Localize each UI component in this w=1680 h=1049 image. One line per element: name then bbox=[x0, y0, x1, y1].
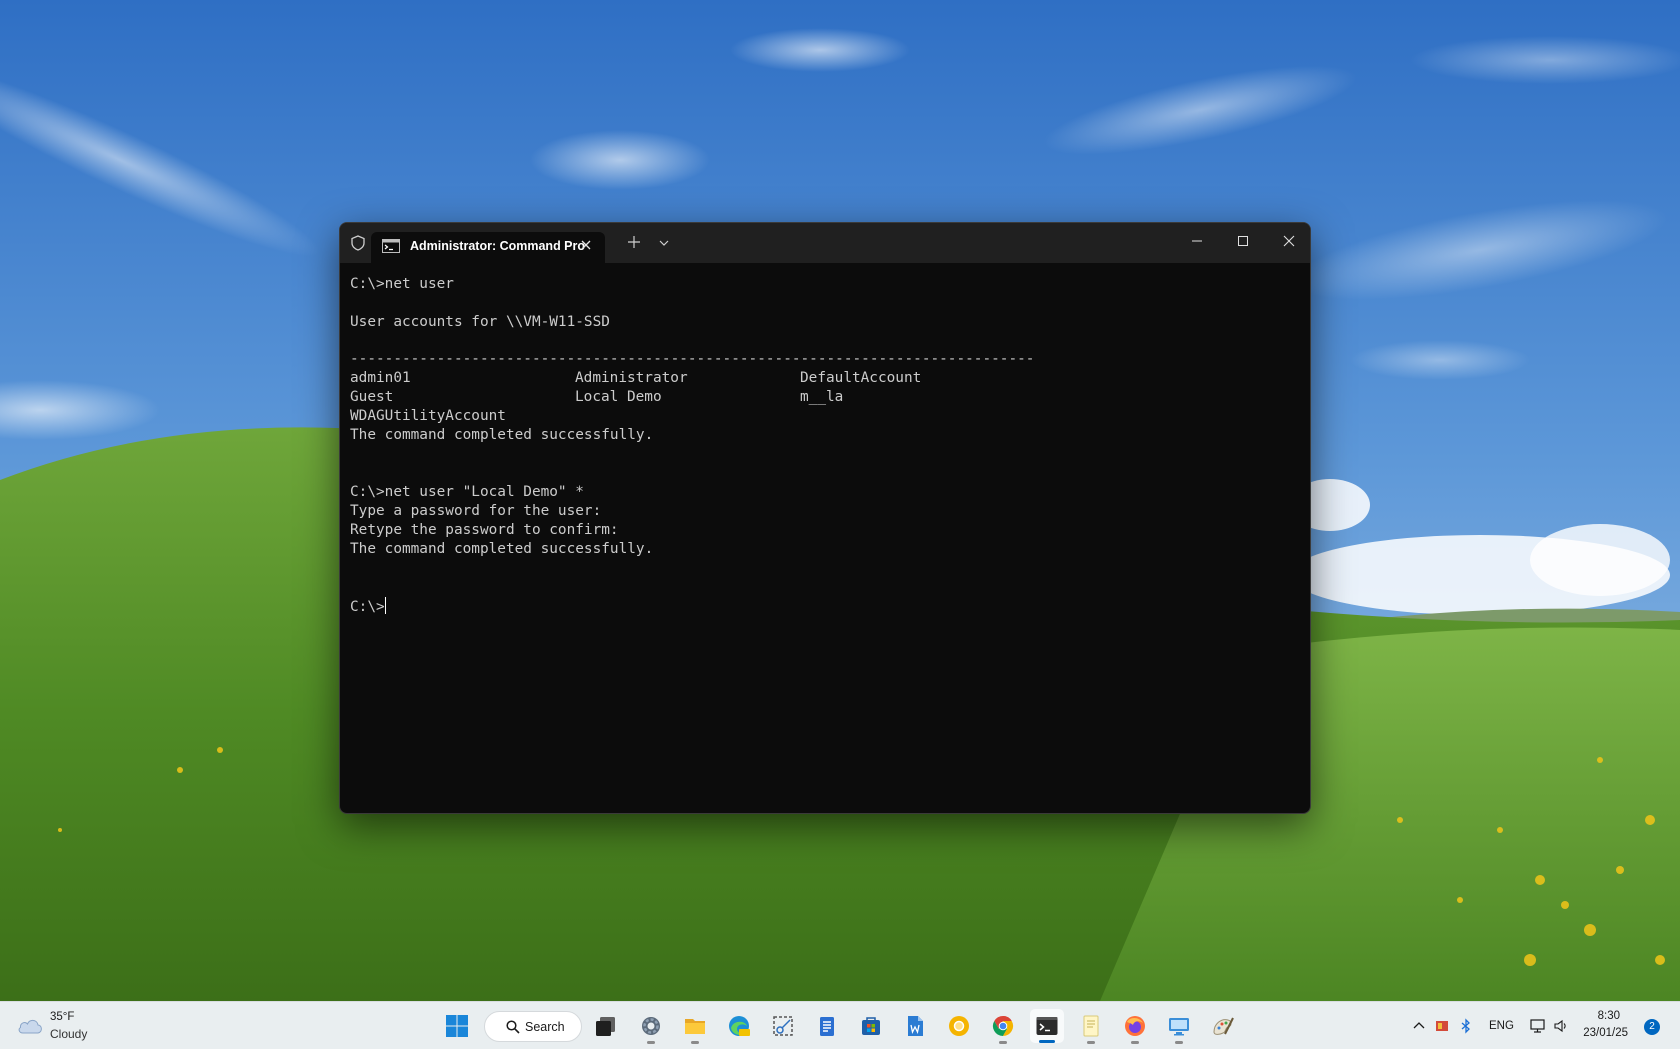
taskbar-file-explorer[interactable] bbox=[678, 1009, 712, 1043]
close-tab-icon[interactable] bbox=[579, 238, 593, 252]
task-view-icon bbox=[594, 1014, 618, 1038]
taskbar-paint[interactable] bbox=[1206, 1009, 1240, 1043]
console-line-header: User accounts for \\VM-W11-SSD bbox=[350, 313, 610, 332]
console-line-command: C:\>net user bbox=[350, 275, 454, 294]
taskbar-firefox[interactable] bbox=[1118, 1009, 1152, 1043]
search-icon bbox=[506, 1020, 520, 1034]
microsoft-store-icon bbox=[859, 1014, 883, 1038]
running-indicator bbox=[691, 1041, 699, 1044]
edge-canary-icon bbox=[727, 1014, 751, 1038]
console-prompt[interactable]: C:\> bbox=[350, 597, 386, 616]
volume-icon[interactable] bbox=[1553, 1018, 1569, 1034]
taskbar-notepad[interactable] bbox=[810, 1009, 844, 1043]
user-account-name: m__la bbox=[800, 388, 843, 407]
settings-icon bbox=[639, 1014, 663, 1038]
firefox-icon bbox=[1123, 1014, 1147, 1038]
tab-title: Administrator: Command Pro bbox=[410, 239, 585, 253]
taskbar-search-box[interactable]: Search bbox=[484, 1011, 582, 1042]
maximize-icon bbox=[1237, 235, 1249, 247]
console-line-separator: ----------------------------------------… bbox=[350, 350, 1034, 369]
start-button[interactable] bbox=[440, 1009, 474, 1043]
running-indicator bbox=[1087, 1041, 1095, 1044]
active-app-indicator bbox=[1039, 1040, 1055, 1043]
taskbar-chrome-canary[interactable] bbox=[942, 1009, 976, 1043]
notification-badge[interactable]: 2 bbox=[1644, 1019, 1660, 1035]
chevron-down-icon[interactable] bbox=[658, 238, 670, 248]
network-icon[interactable] bbox=[1530, 1018, 1546, 1034]
console-line-success: The command completed successfully. bbox=[350, 540, 653, 559]
bluetooth-icon[interactable] bbox=[1458, 1018, 1474, 1034]
search-label: Search bbox=[525, 1020, 565, 1034]
minimize-button[interactable] bbox=[1174, 223, 1220, 259]
windows-start-icon bbox=[445, 1014, 469, 1038]
clock-time[interactable]: 8:30 bbox=[1580, 1010, 1620, 1022]
tray-app-icon[interactable] bbox=[1434, 1018, 1450, 1034]
running-indicator bbox=[999, 1041, 1007, 1044]
taskbar-notes[interactable] bbox=[1074, 1009, 1108, 1043]
console-line-success: The command completed successfully. bbox=[350, 426, 653, 445]
console-output[interactable]: C:\>net user User accounts for \\VM-W11-… bbox=[350, 275, 1300, 803]
taskbar-remote-desktop[interactable] bbox=[1162, 1009, 1196, 1043]
user-account-name: DefaultAccount bbox=[800, 369, 921, 388]
user-account-name: Local Demo bbox=[575, 388, 662, 407]
maximize-button[interactable] bbox=[1220, 223, 1266, 259]
console-line-retype-prompt: Retype the password to confirm: bbox=[350, 521, 619, 540]
user-account-name: WDAGUtilityAccount bbox=[350, 407, 506, 426]
clock-date[interactable]: 23/01/25 bbox=[1580, 1027, 1628, 1039]
running-indicator bbox=[1175, 1041, 1183, 1044]
notes-icon bbox=[1079, 1014, 1103, 1038]
running-indicator bbox=[1131, 1041, 1139, 1044]
language-indicator[interactable]: ENG bbox=[1489, 1020, 1514, 1032]
notepad-icon bbox=[815, 1014, 839, 1038]
user-account-name: admin01 bbox=[350, 369, 411, 388]
taskbar-task-view[interactable] bbox=[589, 1009, 623, 1043]
word-doc-icon bbox=[903, 1014, 927, 1038]
cloud-icon bbox=[16, 1015, 44, 1035]
taskbar-terminal[interactable] bbox=[1030, 1009, 1064, 1043]
file-explorer-icon bbox=[683, 1014, 707, 1038]
chrome-canary-icon bbox=[947, 1014, 971, 1038]
taskbar-edge-canary[interactable] bbox=[722, 1009, 756, 1043]
shield-icon bbox=[350, 235, 366, 251]
close-button[interactable] bbox=[1266, 223, 1311, 259]
tab-command-prompt[interactable]: Administrator: Command Pro bbox=[371, 232, 605, 263]
new-tab-icon[interactable] bbox=[627, 235, 641, 249]
taskbar-word-document[interactable] bbox=[898, 1009, 932, 1043]
snipping-tool-icon bbox=[771, 1014, 795, 1038]
close-icon bbox=[1283, 235, 1295, 247]
remote-desktop-icon bbox=[1167, 1014, 1191, 1038]
weather-widget[interactable]: 35°F Cloudy bbox=[16, 1008, 106, 1044]
weather-condition: Cloudy bbox=[50, 1027, 87, 1041]
running-indicator bbox=[647, 1041, 655, 1044]
chevron-up-icon[interactable] bbox=[1411, 1018, 1427, 1034]
title-bar[interactable]: Administrator: Command Pro bbox=[340, 223, 1310, 263]
taskbar-snipping-tool[interactable] bbox=[766, 1009, 800, 1043]
user-account-name: Guest bbox=[350, 388, 393, 407]
paint-icon bbox=[1211, 1014, 1235, 1038]
minimize-icon bbox=[1191, 235, 1203, 247]
taskbar: 35°F Cloudy Search bbox=[0, 1001, 1680, 1049]
terminal-window[interactable]: Administrator: Command Pro C bbox=[339, 222, 1311, 814]
user-account-name: Administrator bbox=[575, 369, 688, 388]
console-line-password-prompt: Type a password for the user: bbox=[350, 502, 601, 521]
taskbar-settings[interactable] bbox=[634, 1009, 668, 1043]
terminal-icon bbox=[1035, 1014, 1059, 1038]
console-line-command: C:\>net user "Local Demo" * bbox=[350, 483, 584, 502]
taskbar-chrome[interactable] bbox=[986, 1009, 1020, 1043]
weather-temperature: 35°F bbox=[50, 1011, 74, 1023]
chrome-icon bbox=[991, 1014, 1015, 1038]
cmd-icon bbox=[382, 239, 400, 253]
text-cursor bbox=[385, 597, 386, 614]
prompt-text: C:\> bbox=[350, 599, 385, 615]
taskbar-microsoft-store[interactable] bbox=[854, 1009, 888, 1043]
